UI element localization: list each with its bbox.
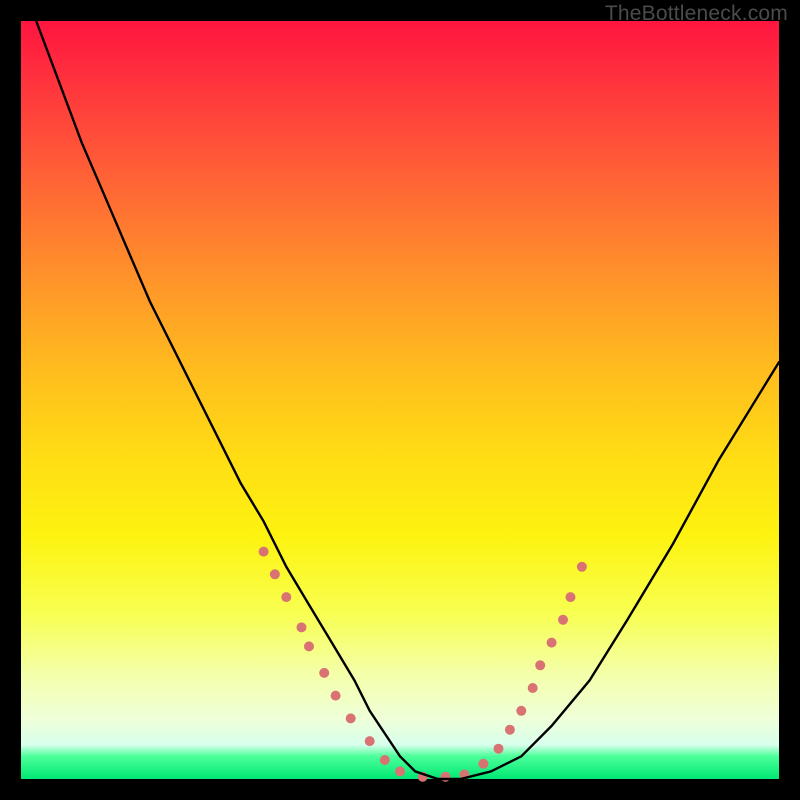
- scatter-dot: [494, 744, 504, 754]
- scatter-dot: [558, 615, 568, 625]
- scatter-dot: [365, 736, 375, 746]
- scatter-dot: [505, 725, 515, 735]
- scatter-dot: [297, 622, 307, 632]
- scatter-dot: [547, 638, 557, 648]
- scatter-dot: [535, 660, 545, 670]
- scatter-dot: [516, 706, 526, 716]
- scatter-dot: [259, 547, 269, 557]
- scatter-dot: [577, 562, 587, 572]
- scatter-dot: [281, 592, 291, 602]
- bottleneck-curve-path: [36, 21, 779, 779]
- scatter-dot: [304, 641, 314, 651]
- scatter-dot: [528, 683, 538, 693]
- scatter-dot: [331, 691, 341, 701]
- chart-frame: TheBottleneck.com: [0, 0, 800, 800]
- watermark-text: TheBottleneck.com: [605, 2, 788, 26]
- scatter-dot: [270, 569, 280, 579]
- scatter-dot: [478, 759, 488, 769]
- chart-plot-area: [21, 21, 779, 779]
- chart-svg: [21, 21, 779, 779]
- scatter-dot: [319, 668, 329, 678]
- scatter-dot: [395, 766, 405, 776]
- scatter-dots: [259, 547, 587, 782]
- scatter-dot: [566, 592, 576, 602]
- scatter-dot: [346, 713, 356, 723]
- scatter-dot: [380, 755, 390, 765]
